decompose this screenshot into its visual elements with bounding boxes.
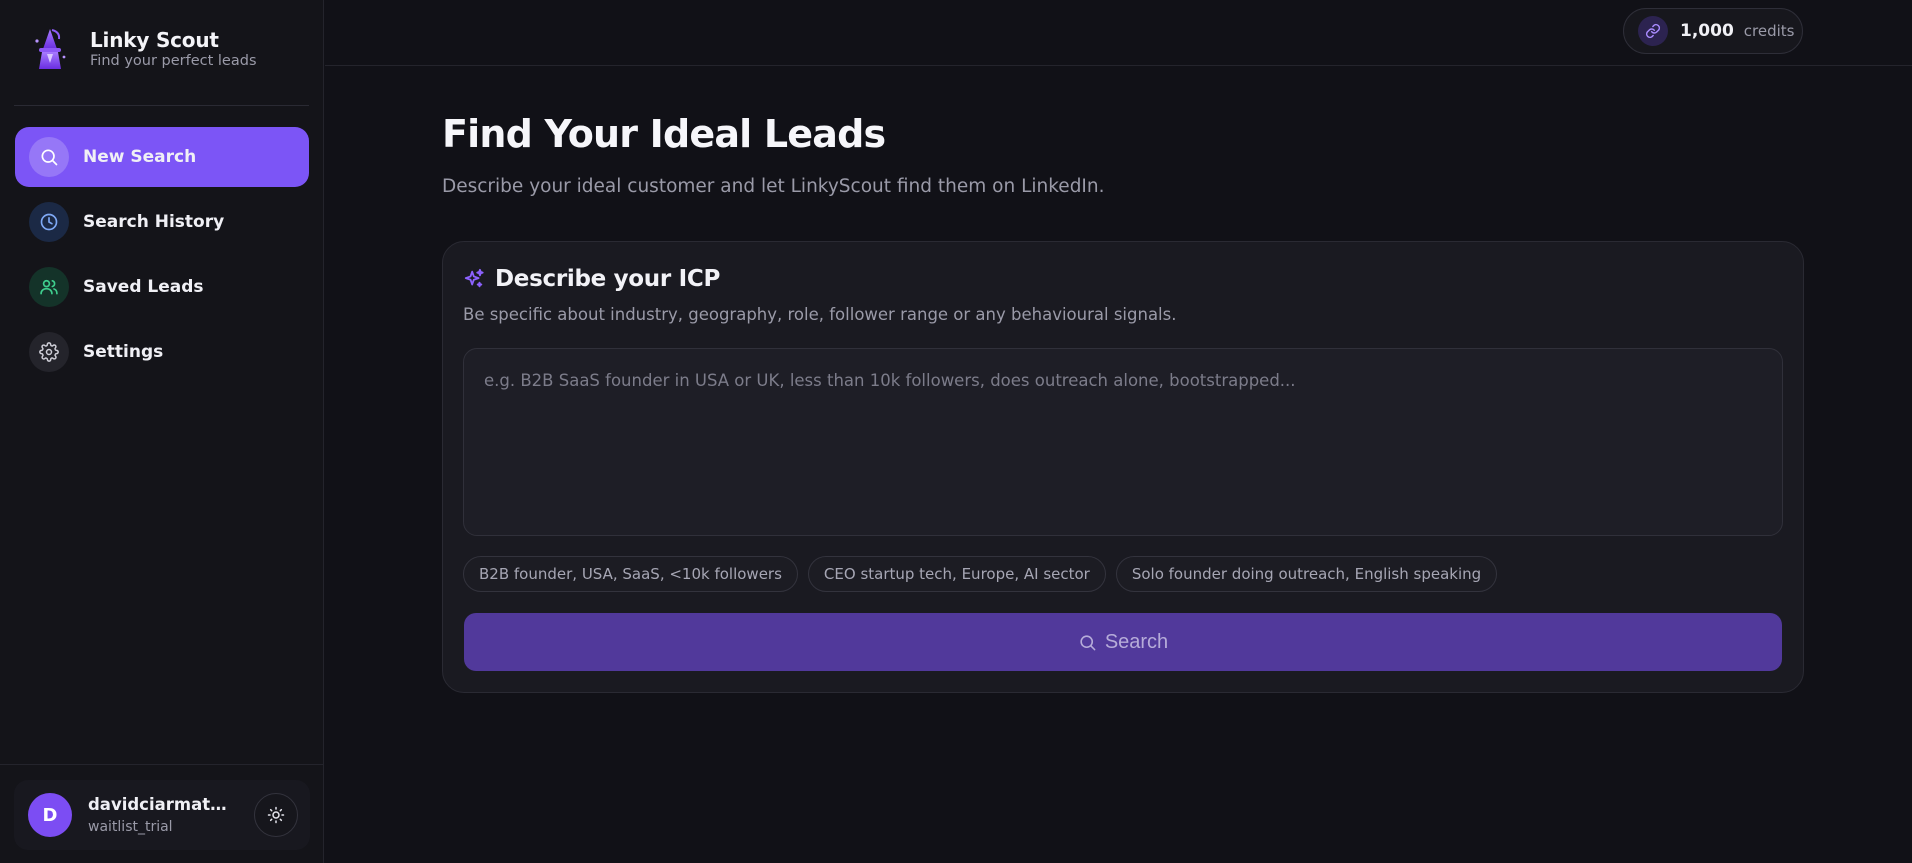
page-subtitle: Describe your ideal customer and let Lin… — [442, 176, 1105, 197]
suggestion-chips: B2B founder, USA, SaaS, <10k followers C… — [463, 556, 1507, 592]
topbar: 1,000 credits — [325, 0, 1912, 66]
sidebar-item-label: Search History — [83, 212, 225, 232]
sidebar-item-label: New Search — [83, 147, 197, 167]
suggestion-chip[interactable]: B2B founder, USA, SaaS, <10k followers — [463, 556, 798, 592]
brand-subtitle: Find your perfect leads — [90, 53, 257, 69]
search-icon — [29, 137, 69, 177]
icp-card: Describe your ICP Be specific about indu… — [442, 241, 1804, 693]
clock-icon — [29, 202, 69, 242]
users-icon — [29, 267, 69, 307]
icp-input[interactable] — [463, 348, 1783, 536]
wizard-logo-icon — [35, 29, 66, 69]
brand[interactable]: Linky Scout Find your perfect leads — [30, 27, 257, 71]
card-header: Describe your ICP — [463, 266, 720, 292]
sidebar-item-new-search[interactable]: New Search — [15, 127, 309, 187]
sidebar: Linky Scout Find your perfect leads New … — [0, 0, 324, 863]
sidebar-divider — [14, 105, 309, 106]
card-title: Describe your ICP — [495, 266, 721, 292]
user-card[interactable]: D davidciarmatori... waitlist_trial — [14, 780, 310, 850]
user-name: davidciarmatori... — [88, 794, 232, 814]
sidebar-item-settings[interactable]: Settings — [15, 322, 309, 382]
suggestion-chip[interactable]: CEO startup tech, Europe, AI sector — [807, 556, 1106, 592]
link-icon — [1638, 16, 1668, 46]
credits-value: 1,000 — [1680, 21, 1734, 41]
gear-icon — [29, 332, 69, 372]
page-title: Find Your Ideal Leads — [442, 112, 886, 156]
theme-toggle-button[interactable] — [254, 793, 298, 837]
credits-label: credits — [1743, 22, 1795, 40]
user-info: davidciarmatori... waitlist_trial — [88, 794, 232, 837]
sidebar-item-label: Saved Leads — [83, 277, 204, 297]
search-button-label: Search — [1104, 630, 1169, 653]
user-plan: waitlist_trial — [88, 818, 173, 835]
search-button[interactable]: Search — [464, 613, 1782, 671]
card-description: Be specific about industry, geography, r… — [463, 305, 1177, 324]
avatar: D — [28, 793, 72, 837]
sidebar-item-label: Settings — [83, 342, 164, 362]
suggestion-chip[interactable]: Solo founder doing outreach, English spe… — [1115, 556, 1498, 592]
search-icon — [1080, 634, 1096, 650]
credits-badge[interactable]: 1,000 credits — [1623, 8, 1803, 54]
sidebar-bottom-divider — [0, 764, 323, 765]
sidebar-item-saved-leads[interactable]: Saved Leads — [15, 257, 309, 317]
sidebar-nav: New Search Search History Saved Leads Se… — [15, 127, 309, 387]
sidebar-item-search-history[interactable]: Search History — [15, 192, 309, 252]
sun-icon — [267, 806, 285, 824]
brand-title: Linky Scout — [90, 28, 219, 52]
sparkles-icon — [464, 268, 484, 288]
